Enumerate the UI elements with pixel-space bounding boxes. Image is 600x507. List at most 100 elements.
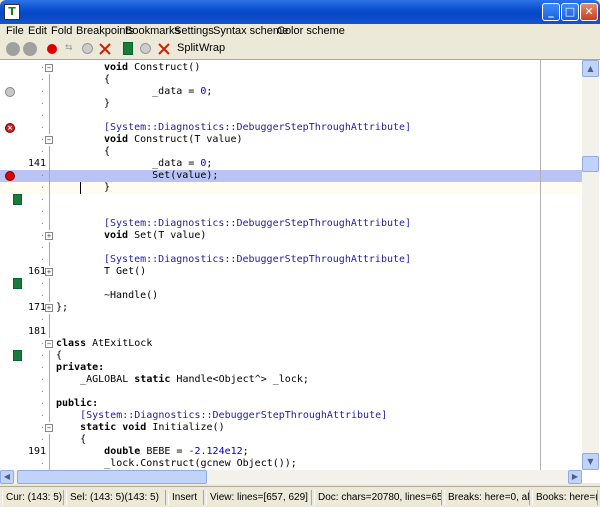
code-line[interactable]: ·{ xyxy=(0,350,582,362)
code-line[interactable]: · xyxy=(0,314,582,326)
code-line[interactable]: · xyxy=(0,386,582,398)
toggle-bookmark-icon[interactable] xyxy=(123,42,133,55)
bookmark-icon[interactable] xyxy=(13,350,22,361)
code-line[interactable]: · [System::Diagnostics::DebuggerStepThrou… xyxy=(0,218,582,230)
vertical-scrollbar[interactable]: ▲ ▼ xyxy=(582,60,599,470)
code-line[interactable]: · xyxy=(0,110,582,122)
fold-collapse-icon[interactable]: − xyxy=(45,64,53,72)
code-line[interactable]: 191 double BEBE = -2.124e12; xyxy=(0,446,582,458)
next-breakpoint-icon[interactable]: ⇆ xyxy=(65,43,75,53)
vertical-scroll-thumb[interactable] xyxy=(582,156,599,172)
code-line[interactable]: · xyxy=(0,278,582,290)
menu-settings[interactable]: Settings xyxy=(174,25,214,37)
code-line[interactable]: · − class AtExitLock xyxy=(0,338,582,350)
code-line[interactable]: 181 xyxy=(0,326,582,338)
code-line[interactable]: ·} xyxy=(0,182,582,194)
code-text: [System::Diagnostics::DebuggerStepThroug… xyxy=(104,218,412,229)
breakpoint-error-icon[interactable]: × xyxy=(5,123,15,133)
code-line[interactable]: · − void Construct(T value) xyxy=(0,134,582,146)
code-line[interactable]: · _AGLOBAL static Handle<Object^> _lock; xyxy=(0,374,582,386)
line-dot: · xyxy=(40,315,45,324)
code-line[interactable]: · _data = 0; xyxy=(0,86,582,98)
line-dot: · xyxy=(40,99,45,108)
code-line[interactable]: · + void Set(T value) xyxy=(0,230,582,242)
bookmark-icon[interactable] xyxy=(13,278,22,289)
bookmark-icon[interactable] xyxy=(13,194,22,205)
code-line[interactable]: · [System::Diagnostics::DebuggerStepThro… xyxy=(0,410,582,422)
maximize-button[interactable]: □ xyxy=(561,3,579,21)
fold-guide xyxy=(49,278,50,290)
code-line[interactable]: · { xyxy=(0,434,582,446)
code-line[interactable]: 171 +}; xyxy=(0,302,582,314)
code-line[interactable]: · Set(value); xyxy=(0,170,582,182)
breakpoint-icon[interactable] xyxy=(5,171,15,181)
code-line[interactable]: · xyxy=(0,206,582,218)
fold-expand-icon[interactable]: + xyxy=(45,304,53,312)
scroll-left-button[interactable]: ◀ xyxy=(0,470,14,484)
menu-bookmarks[interactable]: Bookmarks xyxy=(125,25,180,37)
code-line[interactable]: · [System::Diagnostics::DebuggerStepThrou… xyxy=(0,254,582,266)
scroll-down-button[interactable]: ▼ xyxy=(582,453,599,470)
code-line[interactable]: · public: xyxy=(0,398,582,410)
clear-breakpoints-icon[interactable] xyxy=(98,42,112,56)
clear-bookmarks-icon[interactable] xyxy=(157,42,171,56)
code-line[interactable]: 141 _data = 0; xyxy=(0,158,582,170)
code-text: Set(value); xyxy=(104,170,219,181)
forward-icon[interactable] xyxy=(23,42,37,56)
code-line[interactable]: · _lock.Construct(gcnew Object()); xyxy=(0,458,582,470)
fold-guide xyxy=(49,194,50,206)
wrap-button[interactable]: Wrap xyxy=(199,42,225,54)
code-line[interactable]: · xyxy=(0,194,582,206)
fold-guide xyxy=(49,182,50,194)
fold-expand-icon[interactable]: + xyxy=(45,268,53,276)
fold-guide xyxy=(49,110,50,122)
fold-collapse-icon[interactable]: − xyxy=(45,136,53,144)
code-text: public: xyxy=(56,398,99,409)
back-icon[interactable] xyxy=(6,42,20,56)
code-text: _data = 0; xyxy=(104,86,213,97)
disable-breakpoint-icon[interactable] xyxy=(82,43,93,54)
line-dot: · xyxy=(40,111,45,120)
code-line[interactable]: · xyxy=(0,242,582,254)
code-text: _data = 0; xyxy=(104,158,213,169)
text-caret xyxy=(80,182,81,194)
status-breaks: Breaks: here=0, all=3 xyxy=(444,490,530,505)
code-line[interactable]: × · [System::Diagnostics::DebuggerStepThro… xyxy=(0,122,582,134)
code-text: void Set(T value) xyxy=(104,230,207,241)
right-margin-guide xyxy=(540,60,541,470)
line-number: 171 xyxy=(28,302,47,313)
menu-edit[interactable]: Edit xyxy=(28,25,47,37)
code-line[interactable]: ·} xyxy=(0,98,582,110)
menu-fold[interactable]: Fold xyxy=(51,25,72,37)
split-button[interactable]: Split xyxy=(177,42,198,54)
line-dot: · xyxy=(40,195,45,204)
toggle-breakpoint-icon[interactable] xyxy=(47,44,57,54)
close-button[interactable]: ✕ xyxy=(580,3,598,21)
code-line[interactable]: ·{ xyxy=(0,74,582,86)
scroll-right-button[interactable]: ▶ xyxy=(568,470,582,484)
fold-guide xyxy=(49,386,50,398)
code-line[interactable]: · ~Handle() xyxy=(0,290,582,302)
fold-collapse-icon[interactable]: − xyxy=(45,424,53,432)
horizontal-scroll-thumb[interactable] xyxy=(17,470,207,484)
code-line[interactable]: · − static void Initialize() xyxy=(0,422,582,434)
fold-expand-icon[interactable]: + xyxy=(45,232,53,240)
line-dot: · xyxy=(40,219,45,228)
scroll-up-button[interactable]: ▲ xyxy=(582,60,599,77)
status-books: Books: here=( xyxy=(532,490,598,505)
code-text: [System::Diagnostics::DebuggerStepThroug… xyxy=(104,254,412,265)
horizontal-scrollbar[interactable]: ◀ ▶ xyxy=(0,470,582,484)
fold-guide xyxy=(49,362,50,374)
next-bookmark-icon[interactable] xyxy=(140,43,151,54)
code-line[interactable]: 161 + T Get() xyxy=(0,266,582,278)
minimize-button[interactable]: _ xyxy=(542,3,560,21)
menu-color-scheme[interactable]: Color scheme xyxy=(277,25,345,37)
code-line[interactable]: · − void Construct() xyxy=(0,62,582,74)
code-line[interactable]: · private: xyxy=(0,362,582,374)
menu-file[interactable]: File xyxy=(6,25,24,37)
code-line[interactable]: ·{ xyxy=(0,146,582,158)
fold-collapse-icon[interactable]: − xyxy=(45,340,53,348)
code-editor[interactable]: · − void Construct() ·{· _data = 0; ·} · × · [Sy… xyxy=(0,59,600,484)
breakpoint-disabled-icon[interactable] xyxy=(5,87,15,97)
code-text: void Construct(T value) xyxy=(104,134,243,145)
